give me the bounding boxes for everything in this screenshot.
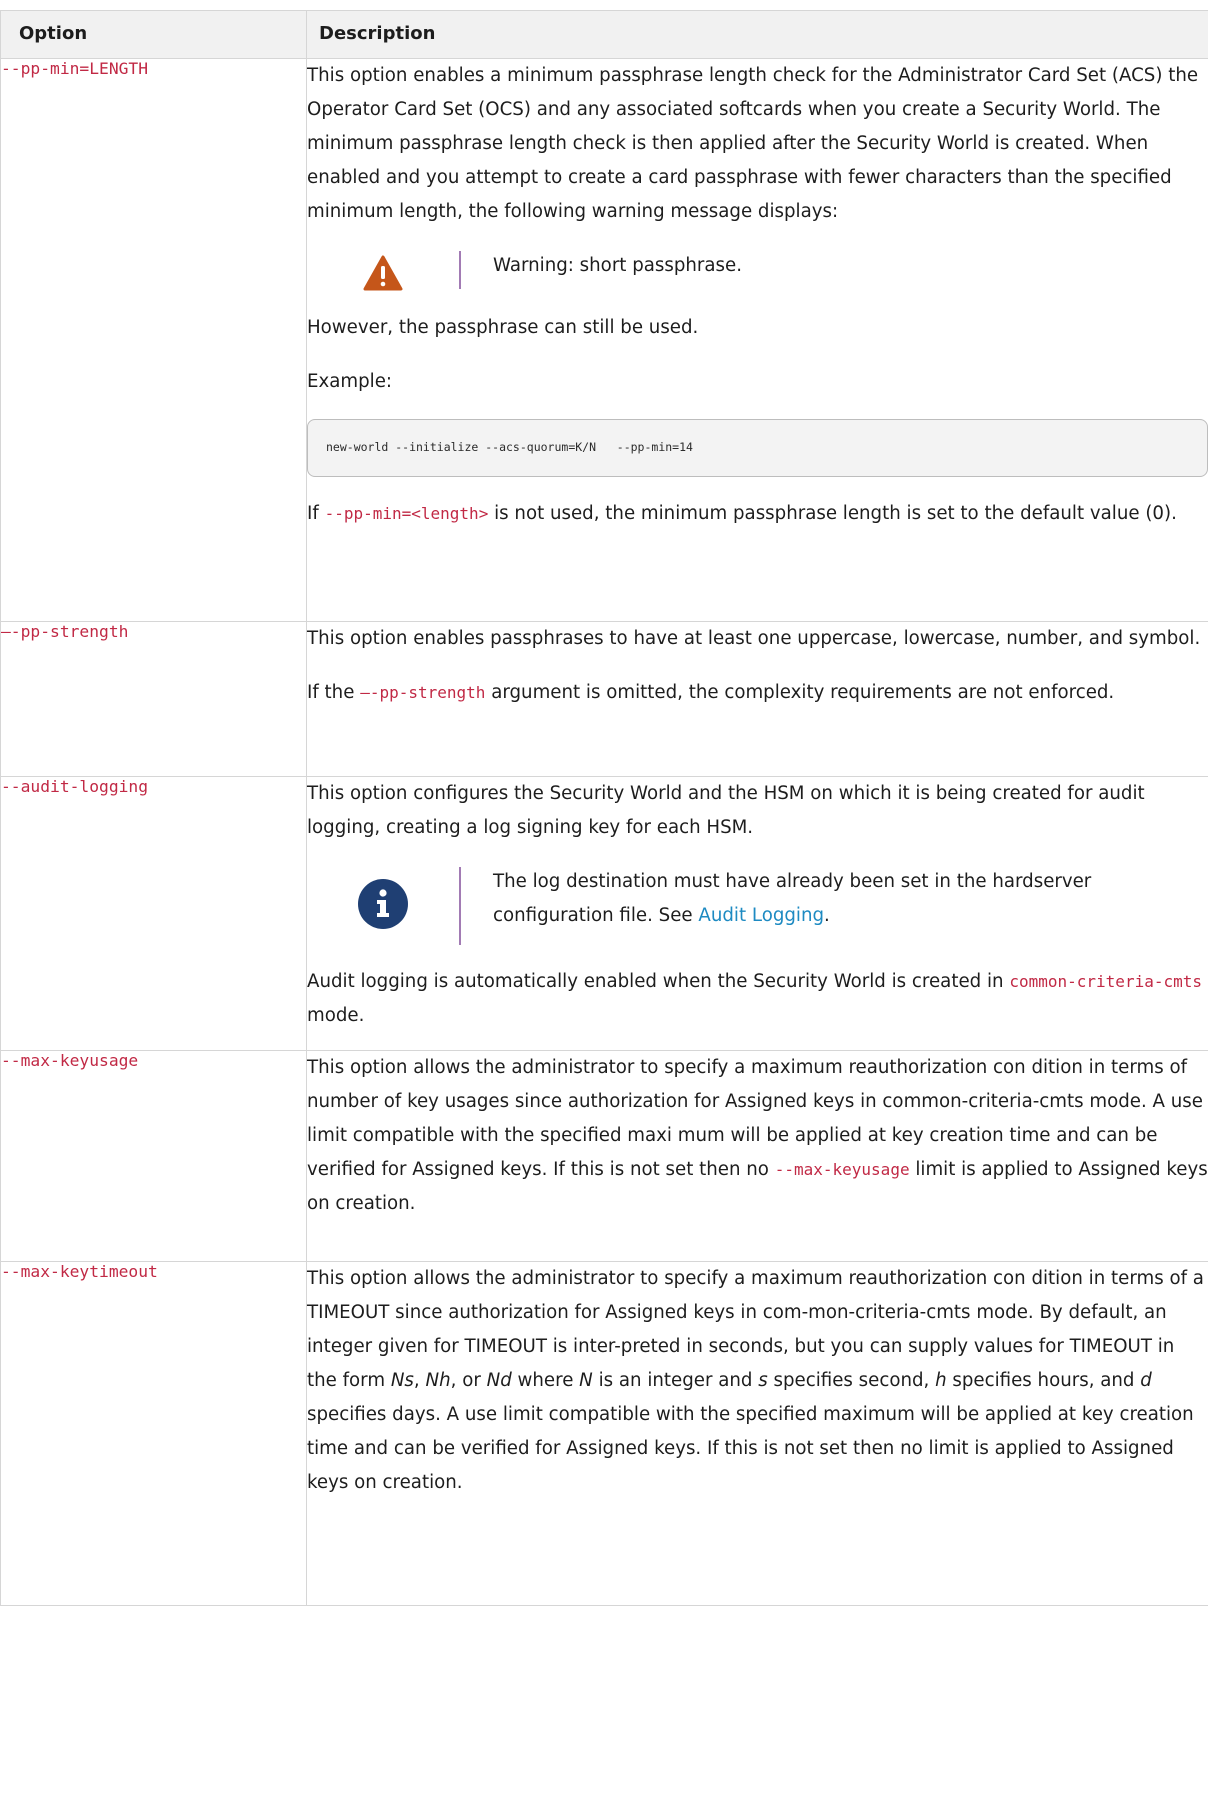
- notice-divider: [459, 251, 461, 289]
- option-pp-min: --pp-min=LENGTH: [1, 59, 149, 78]
- table-header-row: Option Description: [0, 10, 1208, 59]
- warning-notice: Warning: short passphrase.: [307, 249, 1208, 291]
- paragraph: This option allows the administrator to …: [307, 1268, 1204, 1493]
- info-icon: [358, 879, 408, 929]
- note-text: The log destination must have already be…: [493, 871, 1092, 926]
- option-max-keytimeout: --max-keytimeout: [1, 1262, 158, 1281]
- description-cell: This option configures the Security Worl…: [306, 776, 1208, 1051]
- description-cell: This option allows the administrator to …: [306, 1050, 1208, 1262]
- inline-code: common-criteria-cmts: [1009, 972, 1202, 991]
- description-cell: This option enables passphrases to have …: [306, 621, 1208, 777]
- options-table: Option Description --pp-min=LENGTH This …: [0, 10, 1208, 1606]
- header-option: Option: [0, 10, 307, 59]
- info-notice: The log destination must have already be…: [307, 865, 1208, 945]
- inline-code: —-pp-strength: [360, 683, 486, 702]
- table-row: --pp-min=LENGTH This option enables a mi…: [0, 58, 1208, 622]
- paragraph: This option allows the administrator to …: [307, 1057, 1208, 1214]
- paragraph: This option enables a minimum passphrase…: [307, 65, 1199, 222]
- paragraph: This option enables passphrases to have …: [307, 628, 1201, 649]
- paragraph: However, the passphrase can still be use…: [307, 317, 699, 338]
- inline-code: --max-keyusage: [774, 1160, 910, 1179]
- table-row: —-pp-strength This option enables passph…: [0, 621, 1208, 777]
- option-audit-logging: --audit-logging: [1, 777, 149, 796]
- table-row: --max-keyusage This option allows the ad…: [0, 1050, 1208, 1262]
- audit-logging-link[interactable]: Audit Logging: [698, 905, 824, 926]
- table-row: --audit-logging This option configures t…: [0, 776, 1208, 1051]
- table-row: --max-keytimeout This option allows the …: [0, 1261, 1208, 1606]
- paragraph: If --pp-min=<length> is not used, the mi…: [307, 503, 1177, 524]
- paragraph: Audit logging is automatically enabled w…: [307, 971, 1202, 1026]
- description-cell: This option enables a minimum passphrase…: [306, 58, 1208, 622]
- option-max-keyusage: --max-keyusage: [1, 1051, 139, 1070]
- paragraph: This option configures the Security Worl…: [307, 783, 1145, 838]
- option-pp-strength: —-pp-strength: [1, 622, 129, 641]
- warning-text: Warning: short passphrase.: [493, 255, 742, 276]
- inline-code: --pp-min=<length>: [324, 504, 489, 523]
- notice-divider: [459, 867, 461, 945]
- paragraph: Example:: [307, 371, 393, 392]
- warning-icon: [363, 255, 403, 291]
- description-cell: This option allows the administrator to …: [306, 1261, 1208, 1606]
- header-description: Description: [306, 10, 1208, 59]
- code-example: new-world --initialize --acs-quorum=K/N …: [307, 419, 1208, 477]
- paragraph: If the —-pp-strength argument is omitted…: [307, 682, 1115, 703]
